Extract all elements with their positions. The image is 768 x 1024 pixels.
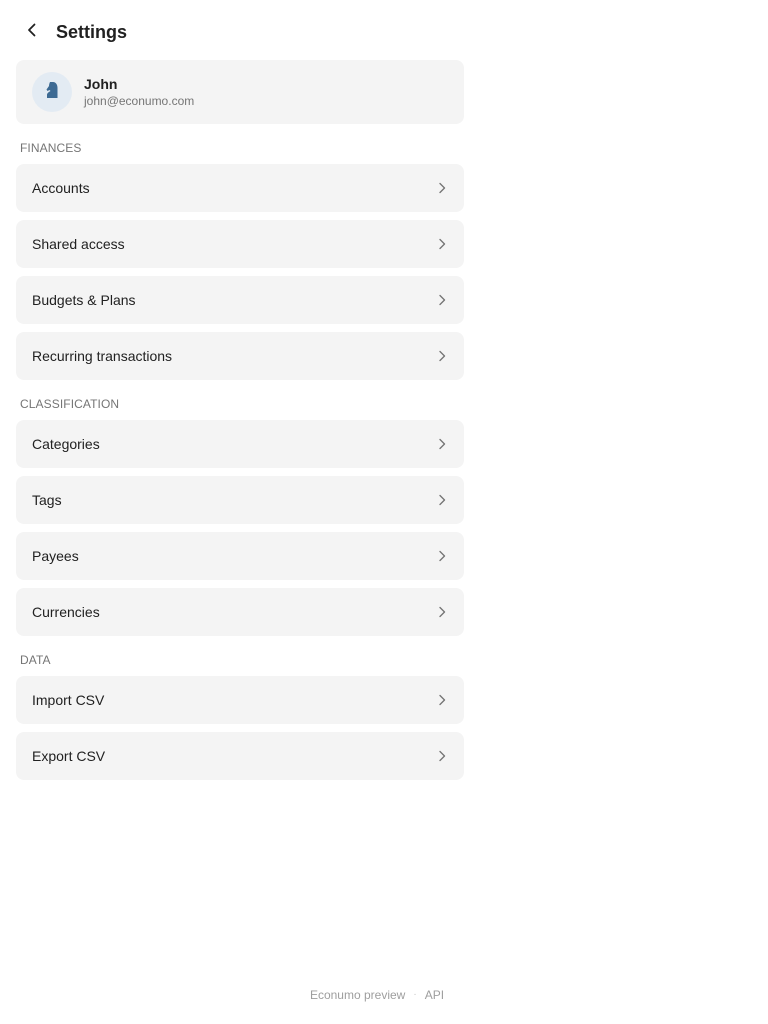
menu-item-label: Payees bbox=[32, 548, 79, 564]
chevron-right-icon bbox=[436, 550, 448, 562]
menu-item-shared-access[interactable]: Shared access bbox=[16, 220, 464, 268]
menu-item-import-csv[interactable]: Import CSV bbox=[16, 676, 464, 724]
back-button[interactable] bbox=[16, 12, 48, 52]
section-label-data: DATA bbox=[20, 653, 51, 667]
menu-item-recurring-transactions[interactable]: Recurring transactions bbox=[16, 332, 464, 380]
menu-item-payees[interactable]: Payees bbox=[16, 532, 464, 580]
section-label-classification: CLASSIFICATION bbox=[20, 397, 120, 411]
header: Settings bbox=[16, 12, 127, 52]
menu-item-label: Accounts bbox=[32, 180, 90, 196]
menu-item-budgets-plans[interactable]: Budgets & Plans bbox=[16, 276, 464, 324]
chevron-left-icon bbox=[24, 22, 40, 43]
chevron-right-icon bbox=[436, 182, 448, 194]
menu-item-export-csv[interactable]: Export CSV bbox=[16, 732, 464, 780]
chevron-right-icon bbox=[436, 750, 448, 762]
profile-name: John bbox=[84, 76, 118, 92]
section-label-finances: FINANCES bbox=[20, 141, 82, 155]
api-link[interactable]: API bbox=[425, 987, 444, 1003]
menu-item-label: Export CSV bbox=[32, 748, 106, 764]
settings-page: Settings John john@econumo.com FINANCES … bbox=[0, 0, 768, 1024]
chevron-right-icon bbox=[436, 238, 448, 250]
menu-item-label: Import CSV bbox=[32, 692, 105, 708]
settings-content: John john@econumo.com FINANCES Accounts … bbox=[16, 60, 464, 788]
profile-card[interactable]: John john@econumo.com bbox=[16, 60, 464, 124]
chevron-right-icon bbox=[436, 494, 448, 506]
chevron-right-icon bbox=[436, 606, 448, 618]
chevron-right-icon bbox=[436, 294, 448, 306]
menu-item-label: Budgets & Plans bbox=[32, 292, 136, 308]
menu-item-label: Categories bbox=[32, 436, 100, 452]
menu-item-label: Currencies bbox=[32, 604, 100, 620]
menu-item-label: Tags bbox=[32, 492, 62, 508]
profile-text: John john@econumo.com bbox=[84, 75, 194, 109]
menu-item-tags[interactable]: Tags bbox=[16, 476, 464, 524]
page-title: Settings bbox=[56, 21, 128, 42]
chevron-right-icon bbox=[436, 694, 448, 706]
menu-item-categories[interactable]: Categories bbox=[16, 420, 464, 468]
menu-item-label: Recurring transactions bbox=[32, 348, 173, 364]
footer-separator: · bbox=[413, 989, 417, 1000]
chevron-right-icon bbox=[436, 438, 448, 450]
profile-email: john@econumo.com bbox=[84, 94, 195, 108]
menu-item-currencies[interactable]: Currencies bbox=[16, 588, 464, 636]
horse-avatar-icon bbox=[44, 81, 60, 104]
preview-link[interactable]: Econumo preview bbox=[310, 987, 405, 1003]
chevron-right-icon bbox=[436, 350, 448, 362]
menu-item-accounts[interactable]: Accounts bbox=[16, 164, 464, 212]
avatar bbox=[32, 72, 72, 112]
menu-item-label: Shared access bbox=[32, 236, 125, 252]
footer: Econumo preview · API bbox=[0, 987, 768, 1003]
